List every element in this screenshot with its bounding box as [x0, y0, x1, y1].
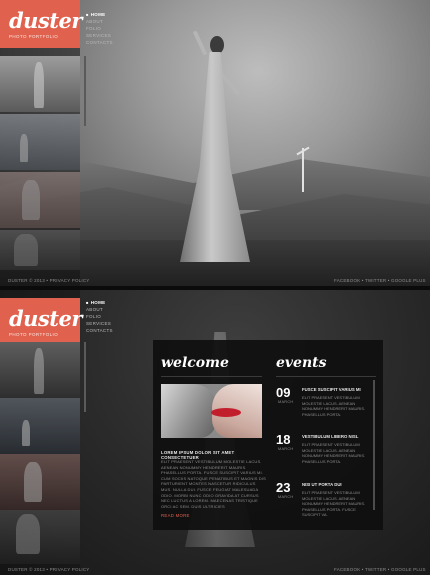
event-text: ELIT PRAESENT VESTIBULUM MOLESTIE LACUS.…: [302, 490, 366, 518]
brand-tagline: PHOTO PORTFOLIO: [9, 332, 59, 337]
event-day: 18: [276, 432, 291, 447]
welcome-heading-rule: [161, 376, 262, 377]
event-title: VESTIBULUM LIBERO NISL: [302, 434, 359, 439]
nav-item-folio[interactable]: FOLIO: [86, 25, 113, 32]
gallery-scrollbar[interactable]: [84, 56, 86, 126]
event-day: 09: [276, 385, 291, 400]
nav-item-home[interactable]: HOME: [86, 299, 113, 306]
footer-social-links[interactable]: FACEBOOK • TWITTER • GOOGLE PLUS: [334, 278, 426, 283]
event-title: NISI UT PORTA DUI: [302, 482, 342, 487]
events-heading-rule: [276, 376, 376, 377]
footer-copyright: DUSTER © 2013 • PRIVACY POLICY: [8, 567, 90, 572]
nav-item-folio[interactable]: FOLIO: [86, 313, 113, 320]
nav-item-services[interactable]: SERVICES: [86, 32, 113, 39]
brand-tagline: PHOTO PORTFOLIO: [9, 34, 59, 39]
nav-item-home[interactable]: HOME: [86, 11, 113, 18]
nav-item-contacts[interactable]: CONTACTS: [86, 39, 113, 46]
gallery-thumb[interactable]: [0, 454, 80, 510]
brand-logo[interactable]: duster PHOTO PORTFOLIO: [0, 0, 82, 48]
event-text: ELIT PRAESENT VESTIBULUM MOLESTIE LACUS.…: [302, 395, 366, 417]
main-nav: HOME ABOUT FOLIO SERVICES CONTACTS: [86, 11, 113, 46]
post-body: ELIT PRAESENT VESTIBULUM MOLESTIE LACUS.…: [161, 459, 266, 509]
gallery-scrollbar[interactable]: [84, 342, 86, 412]
event-month: MARCH: [278, 400, 294, 404]
read-more-link[interactable]: READ MORE: [161, 513, 190, 518]
nav-item-services[interactable]: SERVICES: [86, 320, 113, 327]
gallery-thumb[interactable]: [0, 56, 80, 112]
footer-copyright: DUSTER © 2013 • PRIVACY POLICY: [8, 278, 90, 283]
gallery-thumb[interactable]: [0, 398, 80, 454]
nav-item-about[interactable]: ABOUT: [86, 306, 113, 313]
brand-logo[interactable]: duster PHOTO PORTFOLIO: [0, 298, 82, 346]
main-nav: HOME ABOUT FOLIO SERVICES CONTACTS: [86, 299, 113, 334]
hero-model-figure: [180, 30, 250, 265]
welcome-heading: welcome: [161, 355, 229, 371]
event-month: MARCH: [278, 495, 294, 499]
events-scrollbar[interactable]: [373, 380, 375, 510]
gallery-thumb[interactable]: [0, 230, 80, 270]
event-day: 23: [276, 480, 291, 495]
gallery-thumb[interactable]: [0, 510, 80, 564]
brand-name: duster: [9, 306, 82, 331]
event-month: MARCH: [278, 447, 294, 451]
event-title: FUSCE SUSCIPIT VARIUS MI: [302, 387, 361, 392]
gallery-thumb[interactable]: [0, 114, 80, 170]
brand-name: duster: [9, 8, 82, 33]
wind-turbine: [302, 148, 304, 192]
gallery-thumb[interactable]: [0, 172, 80, 228]
welcome-photo[interactable]: [161, 384, 262, 438]
content-box: welcome LOREM IPSUM DOLOR SIT AMET CONSE…: [153, 340, 383, 530]
event-text: ELIT PRAESENT VESTIBULUM MOLESTIE LACUS.…: [302, 442, 366, 464]
gallery-thumb[interactable]: [0, 342, 80, 398]
nav-item-about[interactable]: ABOUT: [86, 18, 113, 25]
events-heading: events: [276, 355, 327, 371]
footer-social-links[interactable]: FACEBOOK • TWITTER • GOOGLE PLUS: [334, 567, 426, 572]
nav-item-contacts[interactable]: CONTACTS: [86, 327, 113, 334]
home-screen: duster PHOTO PORTFOLIO HOME ABOUT FOLIO …: [0, 0, 430, 286]
